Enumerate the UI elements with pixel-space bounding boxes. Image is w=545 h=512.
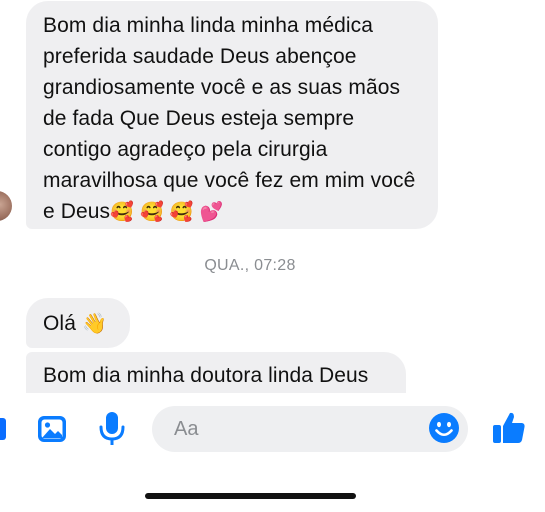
message-bubble[interactable]: Bom dia minha linda minha médica preferi… — [26, 1, 438, 229]
microphone-icon[interactable] — [98, 411, 126, 447]
message-bubble[interactable]: Olá 👋 — [26, 298, 130, 348]
message-timestamp: QUA., 07:28 — [204, 257, 296, 274]
message-emojis: 🥰 🥰 🥰 💕 — [110, 201, 224, 223]
message-bubble[interactable]: Bom dia minha doutora linda Deus — [26, 352, 406, 393]
message-text: Bom dia minha doutora linda Deus — [43, 364, 369, 387]
waving-hand-emoji: 👋 — [81, 313, 107, 335]
message-input-placeholder: Aa — [174, 418, 199, 440]
thumbs-up-icon[interactable] — [492, 411, 526, 445]
photo-icon[interactable] — [36, 414, 68, 444]
message-list[interactable]: Bom dia minha linda minha médica preferi… — [0, 0, 545, 393]
message-composer: Aa — [0, 393, 545, 473]
message-text: Olá — [43, 312, 76, 335]
message-input[interactable]: Aa — [152, 406, 468, 452]
chat-screen: Bom dia minha linda minha médica preferi… — [0, 0, 545, 512]
menu-icon[interactable] — [0, 418, 6, 440]
message-text: Bom dia minha linda minha médica preferi… — [43, 14, 416, 223]
emoji-icon[interactable] — [428, 412, 460, 444]
home-indicator[interactable] — [145, 493, 356, 499]
contact-avatar[interactable] — [0, 191, 12, 221]
